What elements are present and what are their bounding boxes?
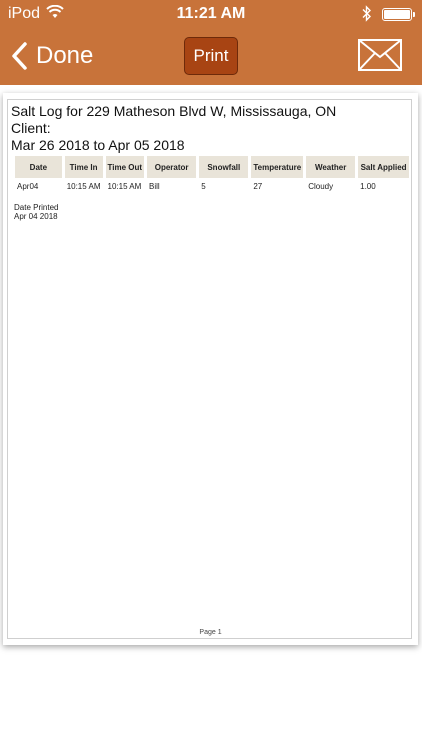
cell-weather: Cloudy — [308, 182, 334, 191]
column-header-operator: Operator — [147, 156, 197, 178]
navigation-bar: Done Print — [0, 28, 422, 85]
date-printed-label: Date Printed — [14, 203, 59, 212]
date-printed: Date Printed Apr 04 2018 — [14, 203, 58, 221]
salt-log-table: Date Time In Time Out Operator Snowfall … — [12, 156, 412, 191]
client-label: Client: — [11, 120, 51, 136]
column-header-snowfall: Snowfall — [199, 156, 249, 178]
table-header-row: Date Time In Time Out Operator Snowfall … — [15, 156, 409, 178]
report-title: Salt Log for 229 Matheson Blvd W, Missis… — [11, 103, 337, 119]
column-header-time-out: Time Out — [105, 156, 145, 178]
table-row: Apr04 10:15 AM 10:15 AM Bill 5 27 Cloudy… — [15, 178, 409, 191]
cell-temperature: 27 — [253, 182, 263, 191]
done-back-button[interactable]: Done — [10, 36, 93, 76]
column-header-temperature: Temperature — [251, 156, 304, 178]
cell-date: Apr04 — [17, 182, 39, 191]
column-header-weather: Weather — [306, 156, 356, 178]
report-preview[interactable]: Salt Log for 229 Matheson Blvd W, Missis… — [3, 93, 418, 645]
top-bar: iPod 11:21 AM Done Print — [0, 0, 422, 85]
report-header: Salt Log for 229 Matheson Blvd W, Missis… — [11, 103, 336, 154]
status-time: 11:21 AM — [176, 5, 246, 22]
date-range: Mar 26 2018 to Apr 05 2018 — [11, 137, 185, 153]
cell-snowfall: 5 — [201, 182, 206, 191]
column-header-salt-applied: Salt Applied — [358, 156, 409, 178]
done-label: Done — [36, 42, 94, 69]
cell-operator: Bill — [149, 182, 160, 191]
battery-icon — [382, 8, 415, 21]
print-button[interactable]: Print — [184, 37, 238, 75]
page-number: Page 1 — [199, 629, 222, 636]
cell-time-in: 10:15 AM — [66, 182, 101, 191]
column-header-date: Date — [15, 156, 62, 178]
cell-salt-applied: 1.00 — [360, 182, 376, 191]
bluetooth-icon — [362, 5, 372, 27]
chevron-left-icon — [12, 42, 27, 70]
cell-time-out: 10:15 AM — [107, 182, 142, 191]
status-bar: iPod 11:21 AM — [0, 0, 422, 28]
column-header-time-in: Time In — [64, 156, 103, 178]
report-page: Salt Log for 229 Matheson Blvd W, Missis… — [7, 99, 412, 639]
date-printed-value: Apr 04 2018 — [14, 212, 58, 221]
envelope-icon[interactable] — [357, 38, 403, 72]
